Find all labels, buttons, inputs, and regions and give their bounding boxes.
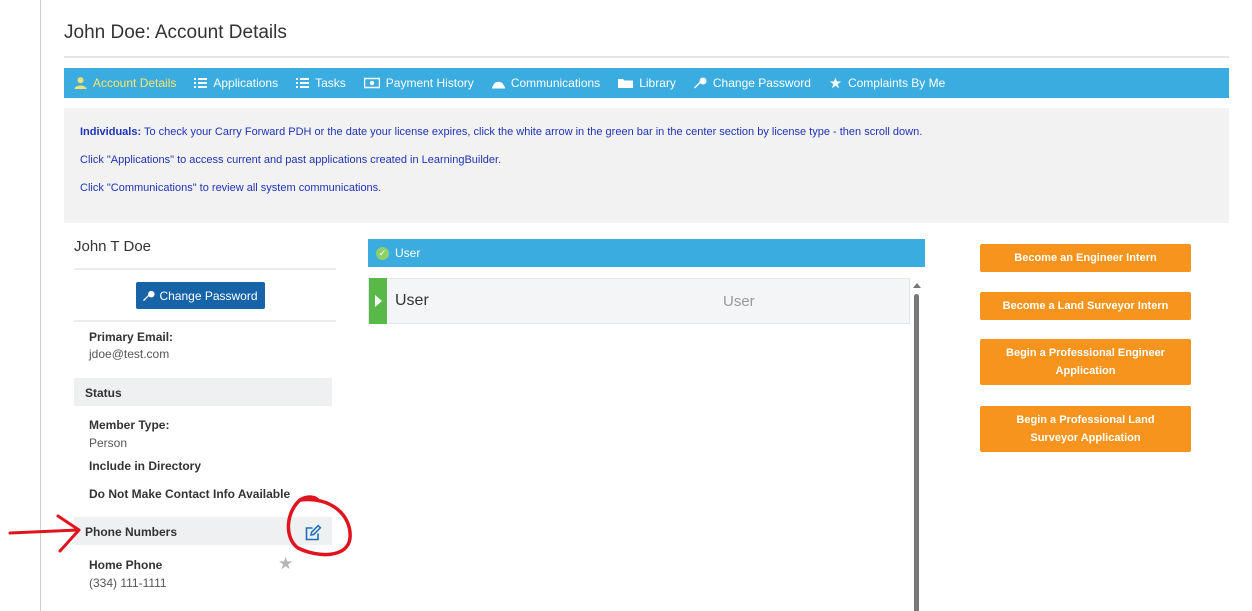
profile-panel: John T Doe Change Password Primary Email… bbox=[64, 232, 344, 611]
member-type-value: Person bbox=[89, 436, 128, 450]
list-icon bbox=[296, 77, 310, 89]
star-icon bbox=[829, 77, 842, 89]
account-nav-bar: Account Details Applications Tasks Payme… bbox=[64, 68, 1229, 98]
become-engineer-intern-button[interactable]: Become an Engineer Intern bbox=[980, 244, 1191, 272]
begin-pls-application-button[interactable]: Begin a Professional Land Surveyor Appli… bbox=[980, 406, 1191, 452]
primary-phone-star-icon[interactable]: ★ bbox=[278, 554, 293, 574]
user-icon bbox=[74, 77, 87, 89]
list-icon bbox=[194, 77, 208, 89]
tab-label: Complaints By Me bbox=[847, 76, 946, 90]
include-directory-label: Include in Directory bbox=[89, 459, 202, 473]
tab-library[interactable]: Library bbox=[618, 76, 676, 90]
scroll-up-arrow-icon[interactable] bbox=[913, 283, 921, 288]
title-divider bbox=[64, 56, 1229, 58]
member-type-label: Member Type: bbox=[89, 418, 170, 432]
status-section-header: Status bbox=[74, 378, 332, 406]
tab-complaints-by-me[interactable]: Complaints By Me bbox=[829, 76, 945, 90]
edit-icon[interactable] bbox=[304, 524, 322, 542]
no-contact-info-label: Do Not Make Contact Info Available bbox=[89, 487, 291, 501]
role-header-label: User bbox=[395, 246, 421, 260]
role-row-user[interactable]: User User bbox=[368, 278, 910, 324]
become-land-surveyor-intern-button[interactable]: Become a Land Surveyor Intern bbox=[980, 292, 1191, 320]
tab-label: Tasks bbox=[315, 76, 346, 90]
bell-icon bbox=[491, 77, 505, 89]
tab-label: Payment History bbox=[385, 76, 474, 90]
tab-applications[interactable]: Applications bbox=[194, 76, 278, 90]
tab-account-details[interactable]: Account Details bbox=[74, 76, 176, 90]
folder-icon bbox=[618, 77, 634, 89]
page-left-border bbox=[40, 0, 41, 611]
primary-email-value: jdoe@test.com bbox=[89, 347, 170, 361]
tab-label: Applications bbox=[213, 76, 279, 90]
instruction-text: To check your Carry Forward PDH or the d… bbox=[141, 126, 923, 138]
profile-divider bbox=[74, 268, 336, 270]
page-title: John Doe: Account Details bbox=[64, 22, 287, 43]
instruction-applications: Click "Applications" to access current a… bbox=[80, 154, 502, 166]
tab-tasks[interactable]: Tasks bbox=[296, 76, 346, 90]
key-icon bbox=[143, 290, 156, 302]
tab-communications[interactable]: Communications bbox=[491, 76, 601, 90]
primary-email-label: Primary Email: bbox=[89, 330, 174, 344]
phone-numbers-section-header: Phone Numbers bbox=[74, 517, 332, 545]
money-icon bbox=[363, 77, 381, 89]
tab-payment-history[interactable]: Payment History bbox=[363, 76, 474, 90]
instruction-communications: Click "Communications" to review all sys… bbox=[80, 182, 382, 194]
change-password-label: Change Password bbox=[159, 288, 258, 303]
profile-name: John T Doe bbox=[74, 238, 151, 255]
tab-label: Library bbox=[639, 76, 676, 90]
role-header-bar: ✓ User bbox=[368, 239, 925, 267]
tab-label: Account Details bbox=[93, 76, 177, 90]
profile-divider bbox=[74, 320, 336, 322]
begin-pe-application-button[interactable]: Begin a Professional Engineer Applicatio… bbox=[980, 339, 1191, 385]
tab-label: Communications bbox=[510, 76, 601, 90]
expand-arrow-icon[interactable] bbox=[369, 278, 387, 324]
instruction-bold-label: Individuals: bbox=[80, 126, 142, 138]
tab-change-password[interactable]: Change Password bbox=[693, 76, 811, 90]
scrollbar-thumb[interactable] bbox=[914, 294, 919, 611]
home-phone-label: Home Phone bbox=[89, 558, 163, 572]
check-circle-icon: ✓ bbox=[376, 246, 389, 260]
role-row-type: User bbox=[723, 292, 755, 310]
instruction-individuals: Individuals: To check your Carry Forward… bbox=[80, 126, 1213, 138]
instructions-box: Individuals: To check your Carry Forward… bbox=[64, 108, 1229, 223]
change-password-button[interactable]: Change Password bbox=[136, 282, 265, 309]
role-row-title: User bbox=[395, 292, 429, 309]
home-phone-value: (334) 111-1111 bbox=[89, 576, 167, 590]
key-icon bbox=[693, 77, 707, 89]
tab-label: Change Password bbox=[712, 76, 811, 90]
